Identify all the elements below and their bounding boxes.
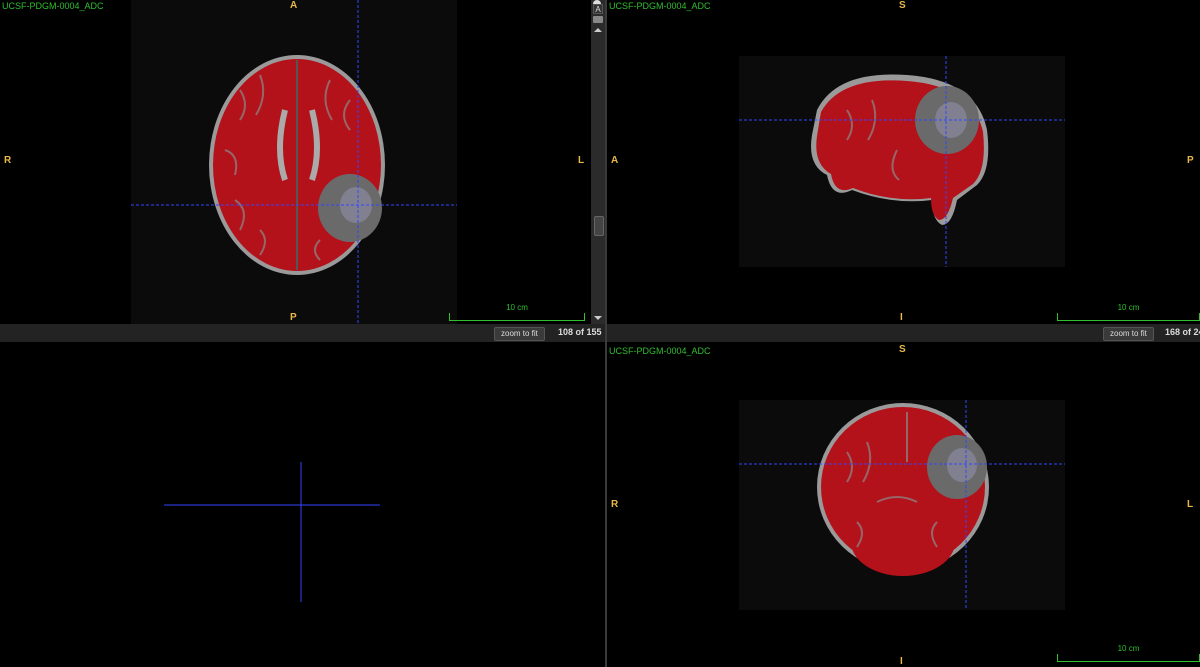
3d-crosshair: [164, 462, 380, 602]
orient-right: P: [1187, 155, 1194, 166]
orient-right: L: [1187, 499, 1194, 510]
zoom-to-fit-button[interactable]: zoom to fit: [494, 327, 545, 341]
scale-bar: 10 cm: [1057, 303, 1200, 321]
scale-bar: 10 cm: [449, 303, 585, 321]
coronal-series-title: UCSF-PDGM-0004_ADC: [609, 346, 711, 356]
axial-image: [131, 0, 457, 324]
orient-left: R: [4, 155, 12, 166]
axial-footer: zoom to fit 108 of 155: [0, 324, 605, 342]
sagittal-viewport[interactable]: UCSF-PDGM-0004_ADC S I A P 10 cm: [607, 0, 1200, 324]
orient-bottom: P: [290, 312, 297, 323]
orient-bottom: I: [900, 312, 903, 323]
slice-counter: 108 of 155: [558, 327, 602, 337]
slice-counter: 168 of 24: [1165, 327, 1200, 337]
scroll-thumb[interactable]: [594, 216, 604, 236]
chevron-down-icon[interactable]: [594, 316, 602, 320]
scale-label: 10 cm: [1117, 303, 1140, 312]
sagittal-image: [739, 56, 1065, 267]
3d-viewport[interactable]: [0, 342, 605, 667]
chevron-up-icon[interactable]: [594, 28, 602, 32]
orient-bottom: I: [900, 656, 903, 667]
orient-left: R: [611, 499, 619, 510]
coronal-image: [739, 400, 1065, 610]
axial-scrollbar[interactable]: A: [591, 0, 605, 324]
scale-label: 10 cm: [1117, 644, 1140, 653]
camera-icon[interactable]: [593, 16, 603, 23]
orient-left: A: [611, 155, 619, 166]
axial-viewport[interactable]: UCSF-PDGM-0004_ADC A P R L 10 cm: [0, 0, 589, 324]
sagittal-series-title: UCSF-PDGM-0004_ADC: [609, 1, 711, 11]
orient-top: S: [899, 344, 906, 355]
sagittal-footer: zoom to fit 168 of 24: [607, 324, 1200, 342]
text-icon[interactable]: A: [593, 4, 603, 14]
orient-right: L: [578, 155, 585, 166]
orient-top: S: [899, 0, 906, 11]
scale-bar: 10 cm: [1057, 644, 1200, 662]
coronal-viewport[interactable]: UCSF-PDGM-0004_ADC S I R L 10 cm: [607, 342, 1200, 667]
orient-top: A: [290, 0, 298, 11]
zoom-to-fit-button[interactable]: zoom to fit: [1103, 327, 1154, 341]
axial-series-title: UCSF-PDGM-0004_ADC: [2, 1, 104, 11]
scale-label: 10 cm: [506, 303, 528, 312]
